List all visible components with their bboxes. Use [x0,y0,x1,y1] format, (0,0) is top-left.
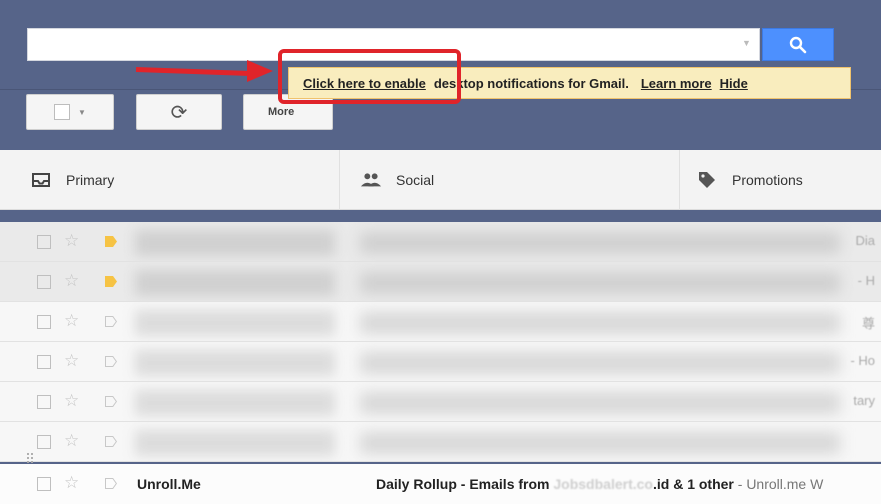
row-checkbox[interactable] [37,235,51,249]
redacted-subject [360,352,840,374]
tab-primary-label: Primary [66,172,115,188]
tab-social-label: Social [396,172,435,188]
star-icon[interactable]: ☆ [64,431,79,451]
email-row[interactable]: ☆ tary [0,382,881,422]
chevron-down-icon: ▼ [78,107,86,117]
hide-link[interactable]: Hide [720,76,748,91]
email-row[interactable]: ☆ - H [0,262,881,302]
row-snippet-tail: - Ho [850,353,875,368]
row-checkbox[interactable] [37,355,51,369]
tag-icon [696,169,718,191]
star-icon[interactable]: ☆ [64,473,79,493]
category-tabs: Primary Social Promotions [0,150,881,210]
important-marker-icon[interactable] [105,236,117,247]
important-marker-icon[interactable] [105,356,117,367]
refresh-icon: ⟳ [170,101,188,124]
redacted-sender [135,430,335,456]
subject-mid: .id & 1 other [652,476,734,492]
redacted-subject [360,312,840,334]
row-snippet-tail: 尊 [861,316,875,331]
important-marker-icon[interactable] [105,396,117,407]
search-button[interactable] [762,28,834,61]
redacted-subject [360,272,840,294]
star-icon[interactable]: ☆ [64,271,79,291]
refresh-button[interactable]: ⟳ [136,94,222,130]
email-snippet: - Unroll.me W [733,476,824,492]
tab-promotions[interactable]: Promotions [680,150,881,210]
row-checkbox[interactable] [37,477,51,491]
email-sender: Unroll.Me [137,476,201,492]
email-row[interactable]: ☆ Dia [0,222,881,262]
row-checkbox[interactable] [37,315,51,329]
star-icon[interactable]: ☆ [64,351,79,371]
tab-social[interactable]: Social [340,150,680,210]
more-button-label: More [268,106,295,118]
redacted-sender [135,230,335,256]
search-options-caret-icon[interactable]: ▼ [742,38,752,48]
important-marker-icon[interactable] [105,478,117,489]
redacted-sender [135,310,335,336]
important-marker-icon[interactable] [105,316,117,327]
redacted-subject [360,232,840,254]
row-snippet-tail: tary [853,393,875,408]
email-row-unroll-me[interactable]: ☆ Unroll.Me Daily Rollup - Emails from J… [0,464,881,504]
select-all-checkbox[interactable] [54,104,71,120]
tab-promotions-label: Promotions [732,172,803,188]
email-subject: Daily Rollup - Emails from Jobsdbalert.c… [376,476,823,492]
email-row[interactable]: ☆ [0,422,881,462]
learn-more-link[interactable]: Learn more [641,76,712,91]
star-icon[interactable]: ☆ [64,391,79,411]
redacted-sender [135,350,335,376]
email-row[interactable]: ☆ - Ho [0,342,881,382]
annotation-highlight-box [278,49,461,104]
people-icon [360,169,382,191]
redacted-sender [135,390,335,416]
row-checkbox[interactable] [37,275,51,289]
select-all-button[interactable]: ▼ [26,94,114,130]
annotation-arrow-head [247,60,273,82]
redacted-subject [360,392,840,414]
notification-message: desktop notifications for Gmail. [433,75,629,91]
masked-domain: Jobsdbalert.co [553,476,653,492]
email-row[interactable]: ☆ 尊 [0,302,881,342]
redacted-subject [360,432,840,454]
row-checkbox[interactable] [37,435,51,449]
row-snippet-tail: Dia [855,233,875,248]
important-marker-icon[interactable] [105,276,117,287]
inbox-icon [30,169,52,191]
row-checkbox[interactable] [37,395,51,409]
important-marker-icon[interactable] [105,436,117,447]
search-icon [789,36,807,53]
subject-lead: Daily Rollup - Emails from [376,476,550,492]
tab-primary[interactable]: Primary [0,150,340,210]
row-snippet-tail: - H [857,273,875,288]
star-icon[interactable]: ☆ [64,311,79,331]
redacted-sender [135,270,335,296]
star-icon[interactable]: ☆ [64,231,79,251]
